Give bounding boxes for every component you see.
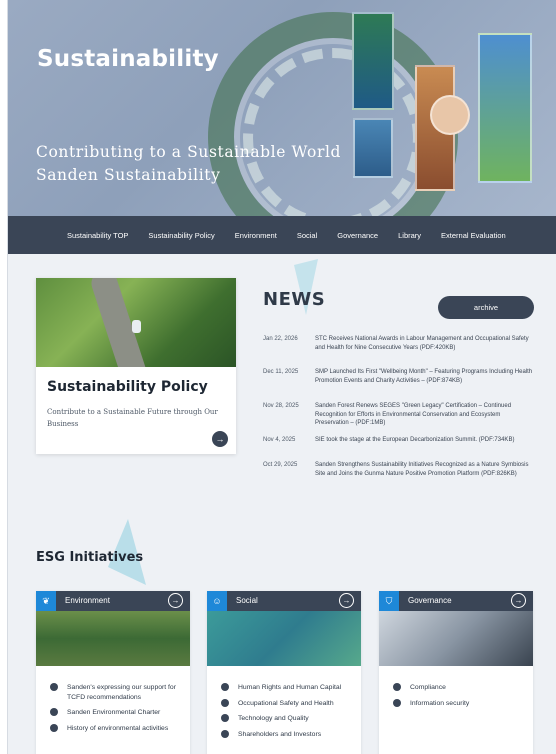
bullet-icon <box>393 698 401 707</box>
esg-card-label: Social <box>236 596 258 605</box>
news-item[interactable]: Nov 28, 2025 Sanden Forest Renews SEGES … <box>263 402 533 436</box>
esg-link-text[interactable]: Shareholders and Investors <box>238 730 321 740</box>
archive-button[interactable]: archive <box>438 296 534 319</box>
esg-link-text[interactable]: Sanden's expressing our support for TCFD… <box>67 683 180 702</box>
hero-photo-panel <box>353 118 393 178</box>
esg-link-item[interactable]: Compliance <box>393 683 523 693</box>
news-item[interactable]: Nov 4, 2025 SIE took the stage at the Eu… <box>263 436 533 461</box>
arrow-right-icon[interactable]: → <box>511 593 526 608</box>
shield-icon: ⛉ <box>379 591 399 611</box>
esg-card-header[interactable]: ⛉ Governance → <box>379 591 533 611</box>
nav-item-environment[interactable]: Environment <box>235 231 277 240</box>
hero-subtitle-line: Contributing to a Sustainable World <box>36 143 342 161</box>
nav-item-social[interactable]: Social <box>297 231 317 240</box>
nav-item-governance[interactable]: Governance <box>337 231 378 240</box>
news-date: Nov 4, 2025 <box>263 437 296 443</box>
policy-description: Contribute to a Sustainable Future throu… <box>47 408 218 428</box>
esg-link-text[interactable]: Information security <box>410 699 469 709</box>
esg-card-environment[interactable]: ❦ Environment → Sanden's expressing our … <box>36 591 190 754</box>
hands-image <box>207 611 361 666</box>
esg-link-text[interactable]: Sanden Environmental Charter <box>67 708 160 718</box>
news-link[interactable]: SIE took the stage at the European Decar… <box>315 436 514 461</box>
news-link[interactable]: Sanden Forest Renews SEGES "Green Legacy… <box>315 402 533 436</box>
esg-link-list: Sanden's expressing our support for TCFD… <box>50 683 180 739</box>
esg-card-label: Environment <box>65 596 110 605</box>
esg-link-item[interactable]: History of environmental activities <box>50 723 180 734</box>
esg-link-item[interactable]: Information security <box>393 698 523 709</box>
news-link[interactable]: STC Receives National Awards in Labour M… <box>315 335 533 368</box>
forest-image <box>36 611 190 666</box>
esg-link-item[interactable]: Shareholders and Investors <box>221 729 351 740</box>
esg-link-text[interactable]: Occupational Safety and Health <box>238 699 334 709</box>
nav-item-sustainability-top[interactable]: Sustainability TOP <box>67 231 128 240</box>
bullet-icon <box>393 683 401 691</box>
car-shape <box>132 320 141 333</box>
news-item[interactable]: Dec 11, 2025 SMP Launched Its First "Wel… <box>263 368 533 402</box>
bullet-icon <box>50 708 58 716</box>
office-image <box>379 611 533 666</box>
esg-link-item[interactable]: Sanden Environmental Charter <box>50 708 180 718</box>
news-link[interactable]: Sanden Strengthens Sustainability Initia… <box>315 461 533 491</box>
news-item[interactable]: Oct 29, 2025 Sanden Strengthens Sustaina… <box>263 461 533 491</box>
news-date: Dec 11, 2025 <box>263 369 299 375</box>
news-date: Oct 29, 2025 <box>263 462 298 468</box>
esg-link-item[interactable]: Occupational Safety and Health <box>221 698 351 709</box>
hero-subtitle: Contributing to a Sustainable World Sand… <box>36 141 341 187</box>
page-title: Sustainability <box>37 46 219 72</box>
policy-title: Sustainability Policy <box>47 379 208 395</box>
sustainability-policy-card[interactable]: Sustainability Policy Contribute to a Su… <box>36 278 236 454</box>
hero-photo-panel <box>478 33 532 183</box>
arrow-right-icon[interactable]: → <box>168 593 183 608</box>
hero-photo-panel <box>352 12 394 110</box>
sustainability-page: Sustainability Contributing to a Sustain… <box>7 0 556 754</box>
nav-item-external-evaluation[interactable]: External Evaluation <box>441 231 506 240</box>
bullet-icon <box>221 729 229 738</box>
hero-subtitle-line: Sanden Sustainability <box>36 166 221 184</box>
esg-card-governance[interactable]: ⛉ Governance → Compliance Information se… <box>379 591 533 754</box>
esg-link-list: Human Rights and Human Capital Occupatio… <box>221 683 351 745</box>
esg-link-item[interactable]: Human Rights and Human Capital <box>221 683 351 693</box>
bullet-icon <box>50 723 58 732</box>
news-date: Nov 28, 2025 <box>263 403 299 409</box>
esg-link-list: Compliance Information security <box>393 683 523 714</box>
news-item[interactable]: Jan 22, 2026 STC Receives National Award… <box>263 335 533 368</box>
hero-banner: Sustainability Contributing to a Sustain… <box>8 0 556 216</box>
nav-item-sustainability-policy[interactable]: Sustainability Policy <box>148 231 214 240</box>
esg-card-social[interactable]: ☺ Social → Human Rights and Human Capita… <box>207 591 361 754</box>
sustainability-nav: Sustainability TOP Sustainability Policy… <box>8 216 556 254</box>
bullet-icon <box>221 683 229 691</box>
esg-card-header[interactable]: ❦ Environment → <box>36 591 190 611</box>
esg-link-text[interactable]: History of environmental activities <box>67 724 168 734</box>
news-heading: NEWS <box>263 289 326 310</box>
esg-heading: ESG Initiatives <box>36 550 144 565</box>
bullet-icon <box>221 698 229 707</box>
news-list: Jan 22, 2026 STC Receives National Award… <box>263 335 533 491</box>
people-icon: ☺ <box>207 591 227 611</box>
esg-link-item[interactable]: Sanden's expressing our support for TCFD… <box>50 683 180 702</box>
esg-link-item[interactable]: Technology and Quality <box>221 714 351 724</box>
news-date: Jan 22, 2026 <box>263 336 298 342</box>
hero-inner-ring <box>243 48 423 216</box>
esg-link-text[interactable]: Human Rights and Human Capital <box>238 683 341 693</box>
news-link[interactable]: SMP Launched Its First "Wellbeing Month"… <box>315 368 533 402</box>
esg-card-header[interactable]: ☺ Social → <box>207 591 361 611</box>
bullet-icon <box>50 683 58 691</box>
forest-road-image <box>36 278 236 367</box>
esg-link-text[interactable]: Compliance <box>410 683 446 693</box>
esg-card-label: Governance <box>408 596 452 605</box>
arrow-right-icon[interactable]: → <box>339 593 354 608</box>
nav-item-library[interactable]: Library <box>398 231 421 240</box>
esg-link-text[interactable]: Technology and Quality <box>238 714 309 724</box>
leaf-icon: ❦ <box>36 591 56 611</box>
bullet-icon <box>221 714 229 722</box>
hero-person-photo <box>430 95 470 135</box>
arrow-right-icon[interactable]: → <box>212 431 228 447</box>
